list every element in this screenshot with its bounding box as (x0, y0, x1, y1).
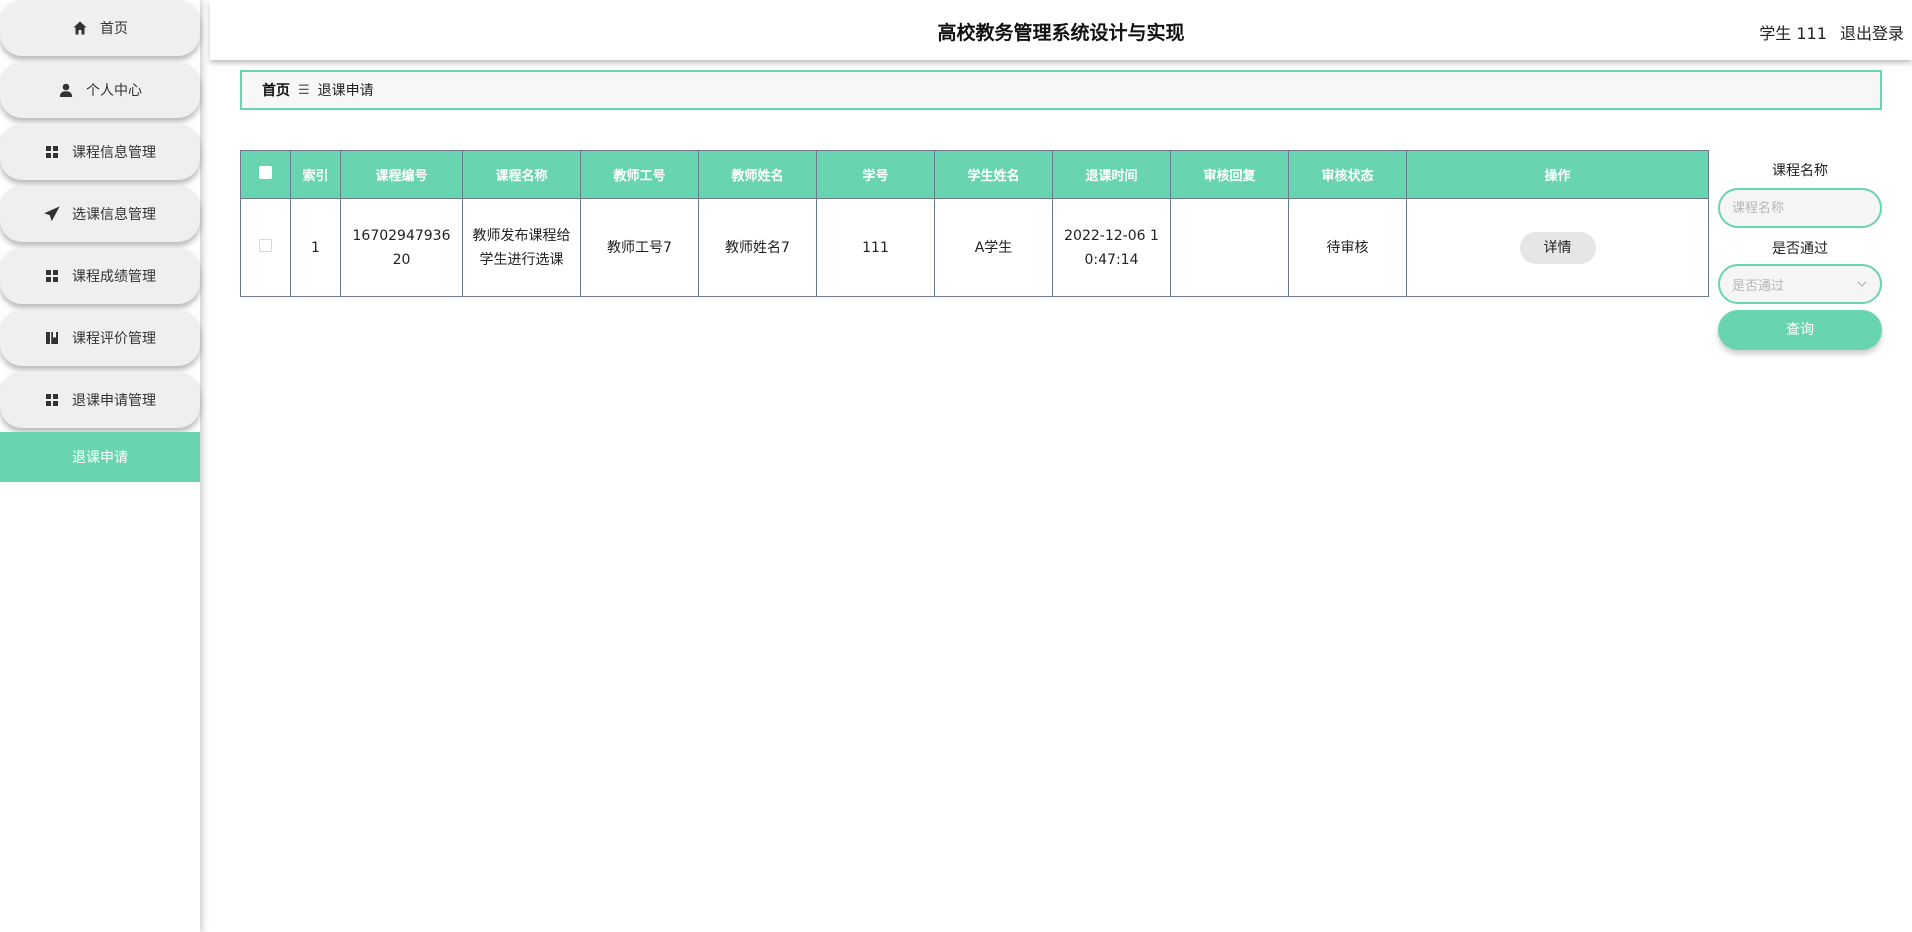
query-button[interactable]: 查询 (1718, 310, 1882, 350)
column-header: 索引 (290, 150, 341, 199)
sidebar-item-label: 退课申请管理 (72, 393, 156, 409)
row-checkbox[interactable] (259, 238, 272, 252)
sidebar-item-label: 课程信息管理 (72, 145, 156, 161)
table-row: 1 1670294793620 教师发布课程给学生进行选课 教师工号7 教师姓名… (240, 198, 1709, 297)
chevron-down-icon (1856, 278, 1868, 294)
passed-label: 是否通过 (1772, 241, 1828, 257)
sidebar-item-label: 选课信息管理 (72, 207, 156, 223)
cell-drop-time: 2022-12-06 10:47:14 (1052, 198, 1171, 297)
passed-select-placeholder: 是否通过 (1732, 278, 1785, 294)
course-name-label: 课程名称 (1772, 163, 1828, 179)
column-header: 学生姓名 (934, 150, 1053, 199)
cell-teacher-name: 教师姓名7 (698, 198, 817, 297)
column-header: 教师工号 (580, 150, 699, 199)
column-header: 审核状态 (1288, 150, 1407, 199)
cell-student-name: A学生 (934, 198, 1053, 297)
logout-link[interactable]: 退出登录 (1840, 24, 1904, 43)
breadcrumb-current: 退课申请 (317, 83, 374, 99)
sidebar-item-label: 个人中心 (86, 83, 142, 99)
grid-icon (44, 144, 60, 160)
sidebar-item-course-info[interactable]: 课程信息管理 (0, 124, 200, 180)
cell-student-no: 111 (816, 198, 935, 297)
sidebar-item-label: 退课申请 (72, 450, 128, 466)
column-header: 操作 (1406, 150, 1709, 199)
column-header: 审核回复 (1170, 150, 1289, 199)
user-label: 学生 111 (1759, 24, 1827, 43)
select-all-header (240, 150, 291, 199)
column-header: 课程编号 (340, 150, 463, 199)
detail-button[interactable]: 详情 (1519, 231, 1596, 264)
sidebar-item-label: 课程评价管理 (72, 331, 156, 347)
sidebar-item-label: 首页 (100, 21, 128, 37)
sidebar-item-drop-application[interactable]: 退课申请 (0, 432, 200, 482)
cell-course-no: 1670294793620 (340, 198, 463, 297)
page-title: 高校教务管理系统设计与实现 (937, 22, 1185, 44)
select-all-checkbox[interactable] (259, 166, 272, 179)
sidebar-item-drop-management[interactable]: 退课申请管理 (0, 372, 200, 428)
user-icon (58, 82, 74, 98)
sidebar: 首页 个人中心 课程信息管理 选课信息管理 课程成绩管理 课程评价管理 退课申请… (0, 0, 200, 932)
book-icon (44, 330, 60, 346)
grid-icon (44, 268, 60, 284)
breadcrumb-separator-icon: ☰ (298, 82, 310, 98)
sidebar-item-course-selection[interactable]: 选课信息管理 (0, 186, 200, 242)
cell-index: 1 (290, 198, 341, 297)
cell-teacher-no: 教师工号7 (580, 198, 699, 297)
cell-course-name: 教师发布课程给学生进行选课 (462, 198, 581, 297)
table-header-row: 索引 课程编号 课程名称 教师工号 教师姓名 学号 学生姓名 退课时间 审核回复… (240, 150, 1709, 199)
passed-select[interactable]: 是否通过 (1718, 264, 1882, 304)
sidebar-item-label: 课程成绩管理 (72, 269, 156, 285)
cell-review-status: 待审核 (1288, 198, 1407, 297)
send-icon (44, 206, 60, 222)
breadcrumb: 首页 ☰ 退课申请 (240, 70, 1882, 110)
sidebar-item-home[interactable]: 首页 (0, 0, 200, 56)
column-header: 退课时间 (1052, 150, 1171, 199)
breadcrumb-home[interactable]: 首页 (262, 80, 290, 100)
column-header: 课程名称 (462, 150, 581, 199)
cell-actions: 详情 (1406, 198, 1709, 297)
sidebar-item-personal-center[interactable]: 个人中心 (0, 62, 200, 118)
column-header: 学号 (816, 150, 935, 199)
row-select-cell (240, 198, 291, 297)
data-table-container: 索引 课程编号 课程名称 教师工号 教师姓名 学号 学生姓名 退课时间 审核回复… (240, 150, 1709, 297)
sidebar-item-course-evaluation[interactable]: 课程评价管理 (0, 310, 200, 366)
home-icon (72, 20, 88, 36)
cell-review-reply (1170, 198, 1289, 297)
sidebar-item-course-grades[interactable]: 课程成绩管理 (0, 248, 200, 304)
top-header: 高校教务管理系统设计与实现 学生 111 退出登录 (210, 0, 1912, 60)
search-panel: 课程名称 是否通过 是否通过 查询 (1718, 150, 1882, 350)
grid-icon (44, 392, 60, 408)
drop-application-table: 索引 课程编号 课程名称 教师工号 教师姓名 学号 学生姓名 退课时间 审核回复… (240, 150, 1709, 297)
user-area: 学生 111 退出登录 (1751, 20, 1904, 44)
column-header: 教师姓名 (698, 150, 817, 199)
course-name-input[interactable] (1718, 188, 1882, 228)
